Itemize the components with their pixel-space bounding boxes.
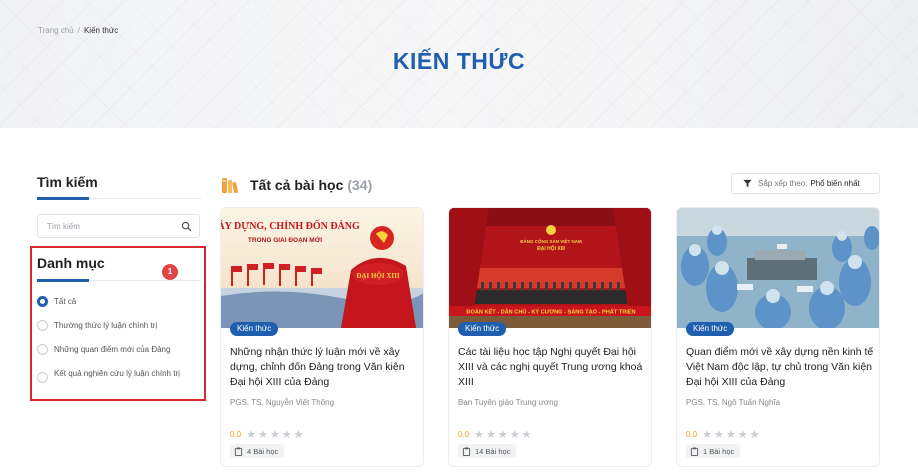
lesson-count-text: 14 Bài học xyxy=(475,446,511,456)
breadcrumb-current: Kiến thức xyxy=(83,26,119,35)
rating-value: 0.0 xyxy=(230,430,242,439)
category-item-all[interactable]: Tất cả xyxy=(37,296,76,307)
search-section-title: Tìm kiếm xyxy=(37,174,98,190)
thumbnail-congress-label: ĐẠI HỘI XIII xyxy=(537,244,565,252)
course-card[interactable]: XÂY DỰNG, CHỈNH ĐỐN ĐẢNG TRONG GIAI ĐOẠN… xyxy=(220,207,424,467)
filter-icon xyxy=(743,179,752,188)
rating-stars: ★★★★★ xyxy=(702,429,762,441)
course-title[interactable]: Các tài liệu học tập Nghị quyết Đại hội … xyxy=(458,345,646,390)
rating-value: 0.0 xyxy=(686,430,698,439)
page-title: KIẾN THỨC xyxy=(392,48,526,74)
sort-label: Sắp xếp theo: xyxy=(758,179,808,188)
course-title[interactable]: Quan điểm mới về xây dựng nền kinh tế Vi… xyxy=(686,345,874,390)
radio-unselected[interactable] xyxy=(37,320,48,331)
course-rating: 0.0 ★★★★★ xyxy=(230,428,305,441)
category-label: Kết quả nghiên cứu lý luận chính trị xyxy=(54,369,180,378)
sort-dropdown[interactable]: Sắp xếp theo: Phổ biến nhất xyxy=(731,173,880,194)
clipboard-icon xyxy=(690,446,699,456)
radio-unselected[interactable] xyxy=(37,372,48,383)
course-rating: 0.0 ★★★★★ xyxy=(686,428,761,441)
rating-value: 0.0 xyxy=(458,430,470,439)
search-input[interactable]: Tìm kiếm xyxy=(37,214,200,238)
course-thumbnail[interactable]: XÂY DỰNG, CHỈNH ĐỐN ĐẢNG TRONG GIAI ĐOẠN… xyxy=(221,208,424,328)
lesson-count-text: 4 Bài học xyxy=(247,446,279,456)
course-card[interactable]: ĐẢNG CỘNG SẢN VIỆT NAM ĐẠI HỘI XIII ĐOÀN… xyxy=(448,207,652,467)
section-title: Tất cả bài học (34) xyxy=(250,177,372,193)
course-rating: 0.0 ★★★★★ xyxy=(458,428,533,441)
breadcrumb-home-link[interactable]: Trang chủ xyxy=(38,26,74,35)
thumbnail-congress-label: ĐẠI HỘI XIII xyxy=(356,272,399,280)
course-author: PGS. TS. Nguyễn Viết Thông xyxy=(230,398,335,407)
lesson-count-badge: 4 Bài học xyxy=(230,444,285,458)
category-label: Những quan điểm mới của Đảng xyxy=(54,345,171,354)
rating-stars: ★★★★★ xyxy=(246,429,306,441)
category-item-research-results[interactable]: Kết quả nghiên cứu lý luận chính trị xyxy=(37,368,197,383)
lesson-count: (34) xyxy=(347,177,373,193)
thumbnail-subheadline: TRONG GIAI ĐOẠN MỚI xyxy=(248,235,322,244)
lesson-count-badge: 14 Bài học xyxy=(458,444,517,458)
search-icon[interactable] xyxy=(181,221,192,232)
breadcrumb: Trang chủ / Kiến thức xyxy=(38,26,118,35)
radio-unselected[interactable] xyxy=(37,344,48,355)
course-card[interactable]: Kiến thức Quan điểm mới về xây dựng nền … xyxy=(676,207,880,467)
course-author: Ban Tuyên giáo Trung ương xyxy=(458,398,558,407)
thumbnail-party-name: ĐẢNG CỘNG SẢN VIỆT NAM xyxy=(520,237,582,244)
clipboard-icon xyxy=(462,446,471,456)
sort-value: Phổ biến nhất xyxy=(810,179,860,188)
search-placeholder: Tìm kiếm xyxy=(47,222,80,231)
lesson-count-badge: 1 Bài học xyxy=(686,444,741,458)
category-label: Tất cả xyxy=(54,297,77,306)
category-title-underline xyxy=(37,279,89,282)
lesson-count-text: 1 Bài học xyxy=(703,446,735,456)
category-section-title: Danh mục xyxy=(37,255,105,271)
lessons-book-icon xyxy=(222,178,239,194)
course-thumbnail[interactable]: ĐẢNG CỘNG SẢN VIỆT NAM ĐẠI HỘI XIII ĐOÀN… xyxy=(449,208,652,328)
category-tag: Kiến thức xyxy=(230,322,279,336)
course-author: PGS. TS. Ngô Tuấn Nghĩa xyxy=(686,398,781,407)
course-thumbnail[interactable] xyxy=(677,208,880,328)
page-hero: Trang chủ / Kiến thức KIẾN THỨC xyxy=(0,0,918,128)
category-tag: Kiến thức xyxy=(458,322,507,336)
thumbnail-banner-text: ĐOÀN KẾT - DÂN CHỦ - KỶ CƯƠNG - SÁNG TẠO… xyxy=(466,309,635,316)
search-title-underline xyxy=(37,197,89,200)
clipboard-icon xyxy=(234,446,243,456)
section-title-text: Tất cả bài học xyxy=(250,177,344,193)
category-label: Thường thức lý luận chính trị xyxy=(54,321,158,330)
category-item-new-party-views[interactable]: Những quan điểm mới của Đảng xyxy=(37,344,170,355)
radio-selected[interactable] xyxy=(37,296,48,307)
course-title[interactable]: Những nhận thức lý luận mới về xây dựng,… xyxy=(230,345,418,390)
thumbnail-headline: XÂY DỰNG, CHỈNH ĐỐN ĐẢNG xyxy=(221,219,360,232)
category-item-political-theory[interactable]: Thường thức lý luận chính trị xyxy=(37,320,157,331)
breadcrumb-separator: / xyxy=(77,26,80,35)
rating-stars: ★★★★★ xyxy=(474,429,534,441)
category-tag: Kiến thức xyxy=(686,322,735,336)
annotation-badge: 1 xyxy=(162,264,178,280)
